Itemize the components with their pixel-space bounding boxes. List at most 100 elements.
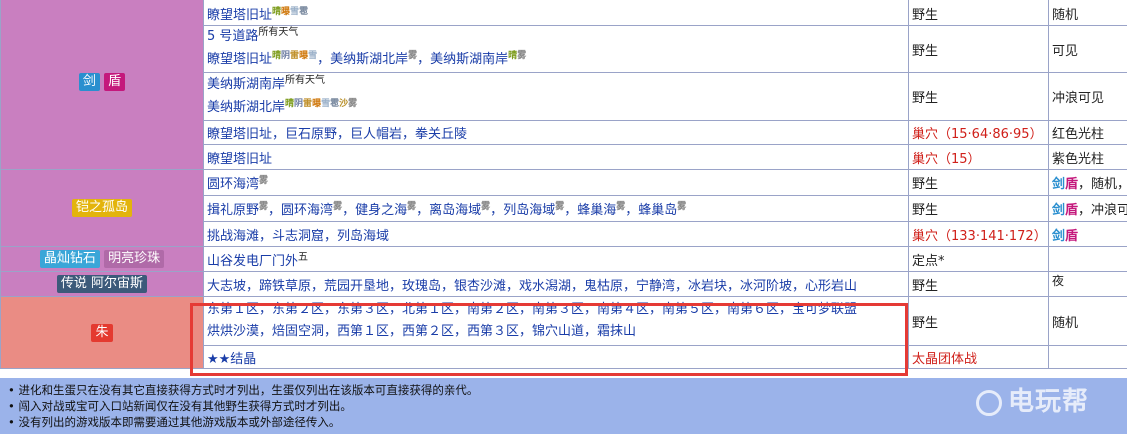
location-link[interactable]: 蜂巢海	[577, 203, 616, 218]
method-cell: 野生	[908, 169, 1049, 196]
weather-sunny-icon: 晴	[272, 7, 282, 17]
separator: ，	[625, 203, 639, 218]
weather-harsh-icon: 曝	[281, 7, 291, 17]
location-link[interactable]: 美纳斯湖南岸	[430, 52, 508, 67]
weather-all-label: 所有天气	[285, 74, 326, 86]
location-link[interactable]: 圆环海湾	[281, 203, 333, 218]
location-cell[interactable]: 大志坡，蹄铁草原，荒园开垦地，玫瑰岛，银杏沙滩，戏水潟湖，鬼枯原，宁静湾，冰岩块…	[203, 271, 909, 297]
separator: ，	[416, 203, 430, 218]
footer-note: • 进化和生蛋只在没有其它直接获得方式时才列出，生蛋仅列出在该版本可直接获得的亲…	[8, 383, 479, 397]
note-cell: 紫色光柱	[1048, 144, 1127, 170]
sword-mark: 剑	[1052, 177, 1066, 192]
location-link[interactable]: 烘烘沙漠，焙固空洞，西第１区，西第２区，西第３区，锦穴山道，霜抹山	[207, 321, 905, 343]
separator: ，	[317, 52, 331, 67]
note-cell: 随机	[1048, 0, 1127, 26]
isle-of-armor-badge[interactable]: 铠之孤岛	[71, 199, 132, 217]
separator: ，	[490, 203, 504, 218]
method-cell: 巢穴（15）	[908, 144, 1049, 170]
game-cell-legends: 传说 阿尔宙斯	[0, 271, 204, 297]
location-link[interactable]: 瞭望塔旧址	[207, 52, 272, 67]
weather-sunny-icon: 晴	[285, 98, 295, 109]
encounter-table: 剑 盾 瞭望塔旧址晴曝雪雹 野生 随机 5 号道路所有天气 瞭望塔旧址晴阴雷曝雪…	[0, 0, 1127, 369]
method-cell: 野生	[908, 0, 1049, 26]
table-row: 朱 东第１区，东第２区，东第３区，北第１区，南第２区，南第３区，南第４区，南第５…	[0, 296, 1127, 369]
weather-sunny-icon: 晴	[272, 51, 282, 61]
location-link[interactable]: 山谷发电厂门外	[207, 254, 298, 269]
weather-all-label: 所有天气	[258, 27, 299, 38]
weather-snow-icon: 雪	[290, 7, 300, 17]
weather-thunder-icon: 雷	[303, 98, 313, 109]
separator: ，	[564, 203, 578, 218]
location-link[interactable]: 圆环海湾	[207, 177, 259, 192]
location-link[interactable]: 列岛海域	[503, 203, 555, 218]
location-cell: 揖礼原野雾，圆环海湾雾，健身之海雾，离岛海域雾，列岛海域雾，蜂巢海雾，蜂巢岛雾	[203, 195, 909, 222]
sword-badge[interactable]: 剑	[78, 73, 100, 91]
shining-pearl-badge[interactable]: 明亮珍珠	[104, 250, 165, 268]
location-link[interactable]: 揖礼原野	[207, 203, 259, 218]
note-cell: 夜	[1048, 271, 1127, 297]
location-cell: 瞭望塔旧址晴曝雪雹	[203, 0, 909, 26]
weather-fog-icon: 雾	[616, 202, 626, 212]
location-link[interactable]: 东第１区，东第２区，东第３区，北第１区，南第２区，南第３区，南第４区，南第５区，…	[207, 299, 905, 321]
method-cell: 巢穴（133·141·172）	[908, 221, 1049, 247]
location-link[interactable]: 瞭望塔旧址	[207, 8, 272, 23]
shield-mark: 盾	[1065, 177, 1079, 192]
location-link[interactable]: 离岛海域	[429, 203, 481, 218]
location-link[interactable]: 美纳斯湖北岸	[330, 52, 408, 67]
location-cell[interactable]: 瞭望塔旧址，巨石原野，巨人帽岩，拳关丘陵	[203, 120, 909, 145]
note-cell: 红色光柱	[1048, 120, 1127, 145]
weather-fog-icon: 雾	[348, 98, 358, 109]
sword-mark: 剑	[1052, 228, 1066, 244]
weather-fog-icon: 雾	[259, 176, 269, 186]
weather-fog-icon: 雾	[408, 51, 418, 61]
game-cell-scarlet: 朱	[0, 296, 204, 369]
method-cell: 野生	[908, 296, 1049, 346]
table-row: 铠之孤岛 圆环海湾雾 野生 剑盾，随机，	[0, 169, 1127, 247]
shield-mark: 盾	[1065, 203, 1079, 218]
location-cell[interactable]: 瞭望塔旧址	[203, 144, 909, 170]
location-link[interactable]: 健身之海	[355, 203, 407, 218]
weather-fog-icon: 雾	[555, 202, 565, 212]
note-text: ，随机，	[1078, 177, 1127, 192]
location-cell: 圆环海湾雾	[203, 169, 909, 196]
location-cell[interactable]: 挑战海滩，斗志洞窟，列岛海域	[203, 221, 909, 247]
brilliant-diamond-badge[interactable]: 晶灿钻石	[39, 250, 100, 268]
note-cell	[1048, 345, 1127, 369]
weather-sunny-icon: 晴	[508, 51, 518, 61]
scarlet-badge[interactable]: 朱	[91, 323, 113, 342]
method-cell: 野生	[908, 271, 1049, 297]
location-link[interactable]: 蜂巢岛	[638, 203, 677, 218]
note-cell: 可见	[1048, 25, 1127, 73]
table-row: 传说 阿尔宙斯 大志坡，蹄铁草原，荒园开垦地，玫瑰岛，银杏沙滩，戏水潟湖，鬼枯原…	[0, 271, 1127, 297]
legends-arceus-badge[interactable]: 传说 阿尔宙斯	[56, 275, 148, 293]
weather-hail-icon: 雹	[299, 7, 309, 17]
watermark: 电玩帮	[975, 381, 1089, 418]
shield-badge[interactable]: 盾	[104, 73, 126, 91]
note-cell: 剑盾，随机，	[1048, 169, 1127, 196]
weather-hail-icon: 雹	[330, 98, 340, 109]
watermark-logo-icon	[975, 389, 1002, 416]
table-row: 剑 盾 瞭望塔旧址晴曝雪雹 野生 随机	[0, 0, 1127, 170]
weather-harsh-icon: 曝	[299, 51, 309, 61]
table-row: 晶灿钻石 明亮珍珠 山谷发电厂门外五 定点*	[0, 246, 1127, 272]
weather-fog-icon: 雾	[407, 202, 417, 212]
footnote-mark: 五	[298, 251, 309, 263]
weather-fog-icon: 雾	[481, 202, 491, 212]
game-cell-isle-of-armor: 铠之孤岛	[0, 169, 204, 247]
watermark-text: 电玩帮	[1007, 387, 1089, 417]
method-cell: 野生	[908, 25, 1049, 73]
location-link[interactable]: 5 号道路	[207, 29, 258, 44]
location-link[interactable]: 美纳斯湖北岸	[207, 100, 285, 115]
note-cell: 随机	[1048, 296, 1127, 346]
note-cell: 冲浪可见	[1048, 72, 1127, 121]
weather-cloudy-icon: 阴	[281, 51, 291, 61]
weather-sand-icon: 沙	[339, 98, 349, 109]
location-cell[interactable]: ★★结晶	[203, 345, 909, 369]
note-cell: 剑盾	[1048, 221, 1127, 247]
shield-mark: 盾	[1065, 228, 1079, 244]
location-cell: 山谷发电厂门外五	[203, 246, 909, 272]
method-cell[interactable]: 太晶团体战	[908, 345, 1049, 369]
separator: ，	[417, 52, 431, 67]
location-link[interactable]: 美纳斯湖南岸	[207, 77, 285, 92]
game-cell-bdsp: 晶灿钻石 明亮珍珠	[0, 246, 204, 272]
